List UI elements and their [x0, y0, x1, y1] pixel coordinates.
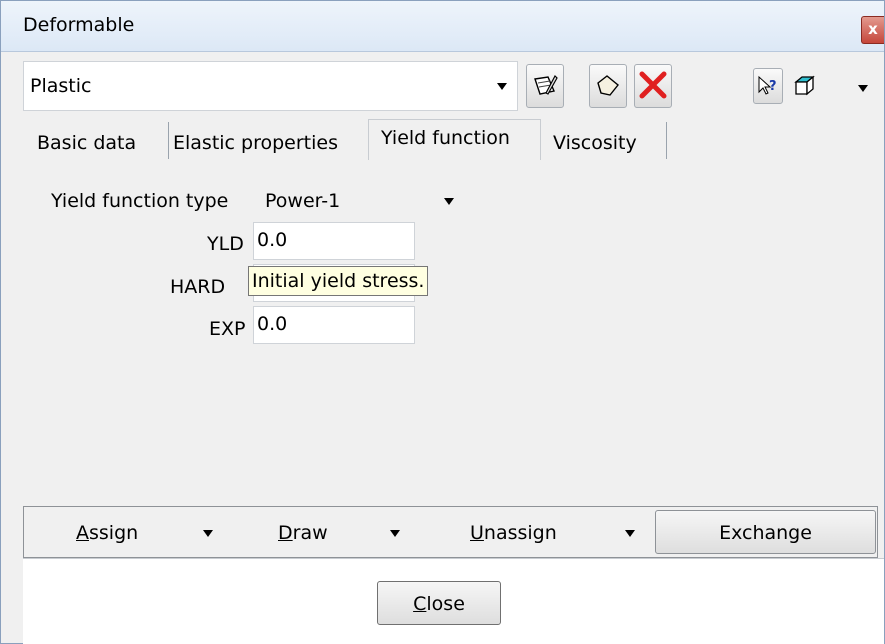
unassign-mnemonic: U — [470, 522, 484, 544]
unassign-chevron-icon[interactable] — [625, 530, 635, 537]
window-close-button[interactable]: x — [861, 16, 884, 44]
yld-tooltip: Initial yield stress. — [248, 266, 429, 296]
tab-yield-function[interactable]: Yield function — [368, 119, 541, 161]
erase-button[interactable] — [589, 64, 627, 108]
edit-button[interactable] — [526, 64, 564, 108]
exp-label: EXP — [209, 318, 246, 340]
yld-field[interactable]: 0.0 — [253, 222, 415, 260]
material-combo[interactable]: Plastic — [23, 61, 518, 111]
draw-chevron-icon[interactable] — [390, 530, 400, 537]
delete-button[interactable] — [634, 64, 672, 108]
whats-this-help-icon: ? — [758, 75, 777, 95]
3d-box-icon[interactable] — [792, 75, 816, 97]
chevron-down-icon — [497, 83, 507, 90]
close-button[interactable]: Close — [377, 581, 501, 625]
yld-label: YLD — [207, 233, 244, 255]
tab-viscosity[interactable]: Viscosity — [547, 122, 667, 159]
hard-label: HARD — [170, 276, 226, 298]
svg-text:?: ? — [769, 79, 777, 94]
dialog-window: Deformable x Plastic ? Basic data Elasti… — [0, 0, 885, 644]
unassign-button[interactable]: Unassign — [470, 522, 557, 544]
close-label: lose — [426, 593, 465, 615]
yield-type-chevron-icon[interactable] — [444, 198, 454, 205]
assign-chevron-icon[interactable] — [203, 530, 213, 537]
yield-type-value[interactable]: Power-1 — [265, 190, 340, 212]
edit-pencil-icon — [534, 75, 558, 95]
yield-type-label: Yield function type — [51, 190, 229, 212]
draw-button[interactable]: Draw — [278, 522, 328, 544]
tab-bar: Basic data Elastic properties Yield func… — [23, 119, 884, 161]
exp-field[interactable]: 0.0 — [253, 306, 415, 344]
delete-x-icon — [639, 71, 667, 99]
help-button[interactable]: ? — [753, 68, 783, 104]
assign-label: ssign — [89, 522, 139, 544]
tab-basic-data[interactable]: Basic data — [37, 122, 169, 159]
tab-elastic-properties[interactable]: Elastic properties — [173, 122, 363, 159]
close-mnemonic: C — [413, 593, 427, 615]
unassign-label: nassign — [483, 522, 557, 544]
assign-mnemonic: A — [76, 522, 89, 544]
material-combo-value: Plastic — [30, 75, 92, 97]
assign-button[interactable]: Assign — [76, 522, 138, 544]
toolbar-menu-chevron-icon[interactable] — [858, 85, 868, 92]
exchange-button[interactable]: Exchange — [655, 510, 876, 554]
draw-label: raw — [292, 522, 328, 544]
eraser-icon — [597, 75, 619, 96]
title-bar: Deformable x — [1, 1, 884, 52]
window-title: Deformable — [23, 14, 135, 36]
draw-mnemonic: D — [278, 522, 293, 544]
